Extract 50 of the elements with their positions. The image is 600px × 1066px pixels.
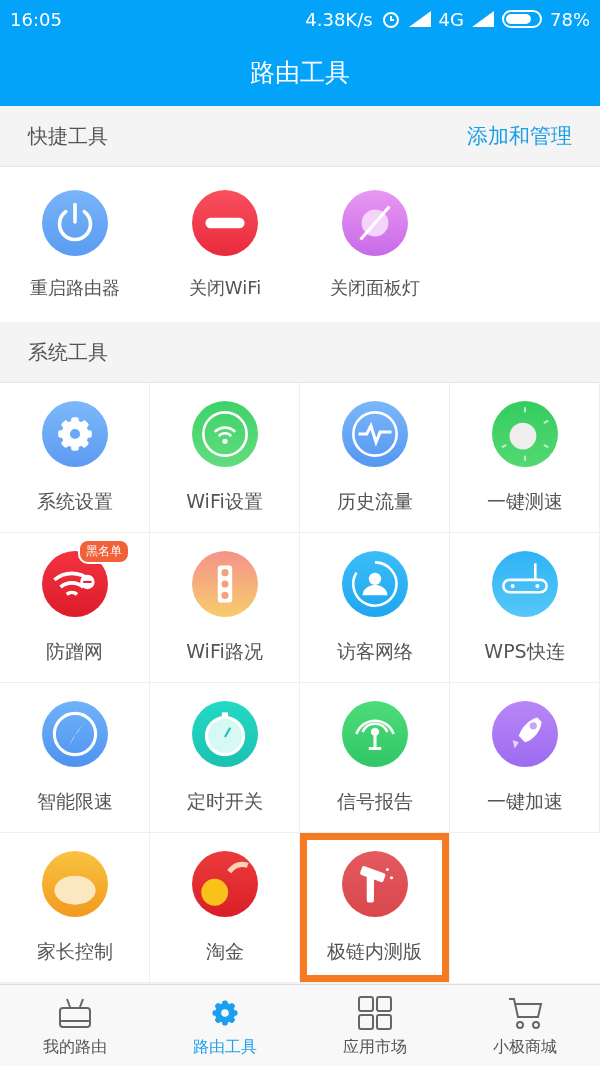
power-icon: [42, 189, 108, 256]
hammer-icon: [341, 850, 408, 917]
gauge-icon: [491, 400, 558, 467]
tool-tile[interactable]: WiFi路况: [150, 533, 300, 683]
quick-tool[interactable]: 关闭WiFi: [150, 167, 300, 322]
tool-tile[interactable]: 极链内测版: [300, 833, 450, 983]
user-icon: [341, 550, 408, 617]
battery-percent: 78%: [550, 8, 590, 30]
sun-off-icon: [342, 189, 408, 256]
tool-tile[interactable]: 历史流量: [300, 383, 450, 533]
antenna-icon: [341, 700, 408, 767]
tool-tile[interactable]: WiFi设置: [150, 383, 300, 533]
tool-tile[interactable]: 淘金: [150, 833, 300, 983]
tool-tile[interactable]: 一键加速: [450, 683, 600, 833]
battery-icon: [502, 10, 542, 28]
clock: 16:05: [10, 8, 62, 30]
coin-icon: [191, 850, 258, 917]
tag: 黑名单: [77, 538, 130, 564]
tool-tile[interactable]: 系统设置: [0, 383, 150, 533]
tool-tile[interactable]: 智能限速: [0, 683, 150, 833]
tool-tile[interactable]: 一键测速: [450, 383, 600, 533]
tool-tile[interactable]: 访客网络: [300, 533, 450, 683]
tool-tile[interactable]: 家长控制: [0, 833, 150, 983]
stopwatch-icon: [191, 700, 258, 767]
minus-icon: [192, 189, 258, 256]
tool-tile[interactable]: 定时开关: [150, 683, 300, 833]
alarm-icon: [380, 9, 401, 29]
pulse-icon: [341, 400, 408, 467]
signal-icon: [472, 11, 494, 27]
quick-tool[interactable]: 关闭面板灯: [300, 167, 450, 322]
wifi-icon: [191, 400, 258, 467]
page-title: 路由工具: [250, 56, 350, 89]
traffic-light-icon: [191, 550, 258, 617]
network-type: 4G: [438, 8, 464, 30]
network-speed: 4.38K/s: [305, 8, 373, 30]
router-icon: [491, 550, 558, 617]
rocket-icon: [491, 700, 558, 767]
compass-icon: [41, 700, 108, 767]
grid-icon: [357, 994, 393, 1031]
gear-icon: [41, 400, 108, 467]
nav-tab[interactable]: 我的路由: [0, 985, 150, 1066]
section-title: 系统工具: [28, 338, 108, 366]
nav-tab[interactable]: 应用市场: [300, 985, 450, 1066]
signal-icon: [408, 11, 431, 27]
tool-tile[interactable]: WPS快连: [450, 533, 600, 683]
quick-tool[interactable]: 重启路由器: [0, 167, 150, 322]
tool-tile[interactable]: 黑名单 防蹭网: [0, 533, 150, 683]
nav-tab[interactable]: 小极商城: [450, 985, 600, 1066]
section-title: 快捷工具: [28, 122, 108, 150]
tool-tile[interactable]: 信号报告: [300, 683, 450, 833]
